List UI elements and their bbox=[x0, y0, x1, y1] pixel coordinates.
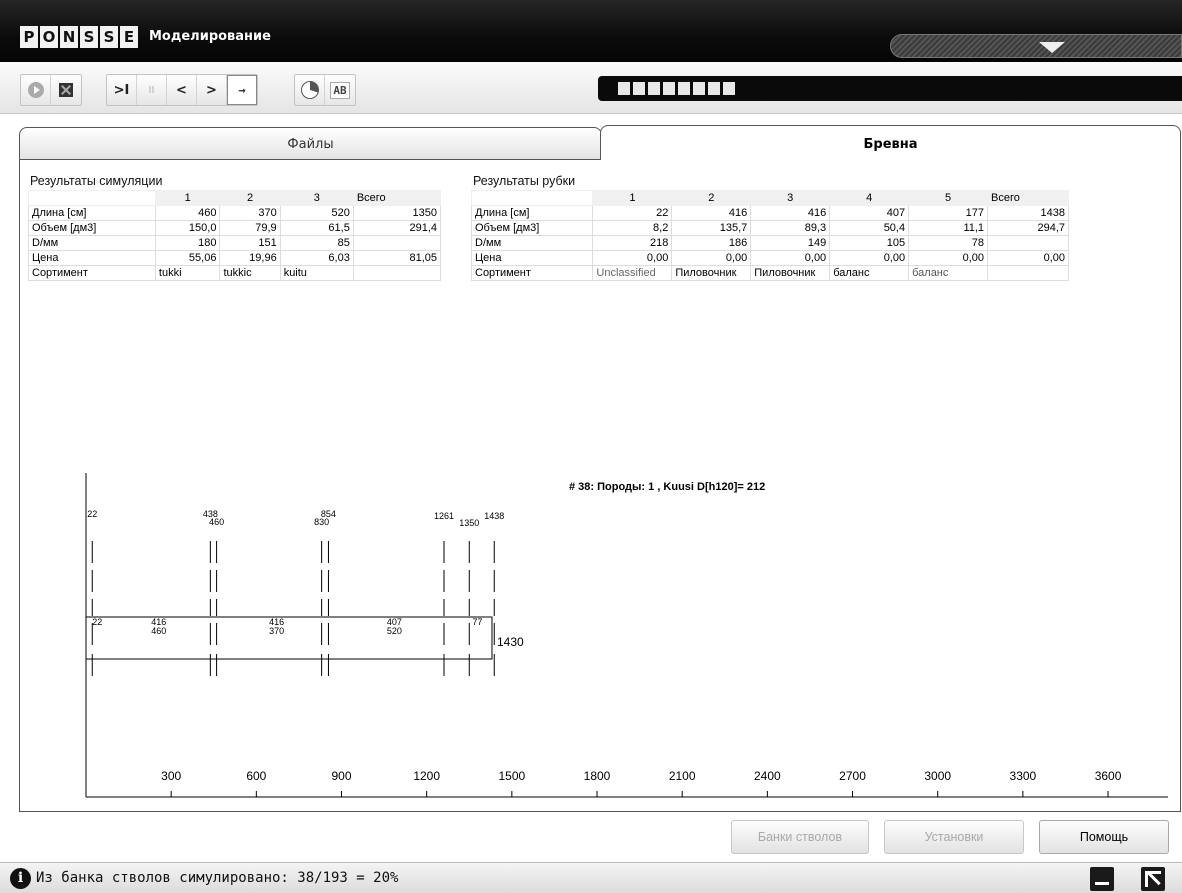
x-tick-label: 2100 bbox=[669, 769, 696, 783]
x-tick-label: 2400 bbox=[754, 769, 781, 783]
stem-outline bbox=[85, 616, 493, 660]
x-tick-label: 1200 bbox=[413, 769, 440, 783]
stem-length-label: 1430 bbox=[497, 635, 524, 649]
stem-bucking-diagram: 300 600 900 1200 1500 1800 2100 2400 2700 3000 330… bbox=[85, 473, 1168, 798]
log-sim-length-label: 520 bbox=[387, 626, 402, 636]
stem-banks-button[interactable]: Банки стволов bbox=[731, 820, 869, 854]
x-tick-label: 1500 bbox=[498, 769, 525, 783]
x-tick-label: 3300 bbox=[1010, 769, 1037, 783]
cut-position-label: 1350 bbox=[459, 518, 479, 528]
cut-position-label: 830 bbox=[314, 517, 329, 527]
log-length-label: 77 bbox=[472, 617, 482, 627]
status-text: Из банка стволов симулировано: 38/193 = … bbox=[36, 870, 399, 886]
chart-title: # 38: Породы: 1 , Kuusi D[h120]= 212 bbox=[569, 481, 765, 493]
settings-button[interactable]: Установки bbox=[884, 820, 1024, 854]
log-sim-length-label: 460 bbox=[151, 626, 166, 636]
minimize-icon[interactable] bbox=[1090, 867, 1114, 891]
x-tick-label: 900 bbox=[331, 769, 351, 783]
x-tick-label: 300 bbox=[161, 769, 181, 783]
cut-position-label: 1438 bbox=[484, 511, 504, 521]
cut-position-label: 22 bbox=[87, 509, 97, 519]
x-tick-label: 600 bbox=[246, 769, 266, 783]
x-tick-label: 2700 bbox=[839, 769, 866, 783]
help-button[interactable]: Помощь bbox=[1039, 820, 1169, 854]
x-tick-label: 3000 bbox=[924, 769, 951, 783]
info-icon: i bbox=[10, 868, 31, 889]
log-sim-length-label: 370 bbox=[269, 626, 284, 636]
x-tick-label: 1800 bbox=[584, 769, 611, 783]
cut-position-label: 460 bbox=[209, 517, 224, 527]
cut-position-label: 1261 bbox=[434, 511, 454, 521]
status-bar: i Из банка стволов симулировано: 38/193 … bbox=[0, 862, 1182, 893]
log-length-label: 22 bbox=[92, 617, 102, 627]
x-tick-label: 3600 bbox=[1095, 769, 1122, 783]
resize-icon[interactable] bbox=[1141, 867, 1165, 891]
